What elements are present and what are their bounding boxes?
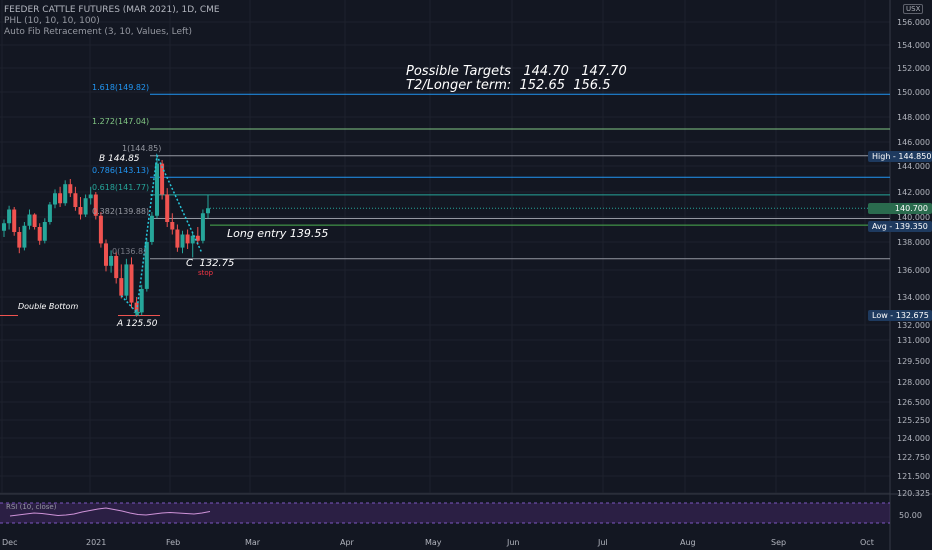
current-price-label: 140.700 [868,203,932,214]
fib-label-0: 0(136.8) [112,247,147,256]
x-axis-label: Apr [340,538,354,547]
y-axis-tick: 121.500 [897,472,930,481]
candle-body [17,232,22,248]
symbol-title[interactable]: FEEDER CATTLE FUTURES (MAR 2021), 1D, CM… [4,5,220,15]
y-axis-tick: 136.000 [897,266,930,275]
candlesticks [2,155,210,317]
fib-label-0786: 0.786(143.13) [92,166,150,175]
y-axis-tick: 124.000 [897,434,930,443]
rsi-band [0,503,890,523]
x-axis-label: Jun [507,538,520,547]
price-axis: 156.000 154.000 152.000 150.000 148.000 146.0… [897,18,930,498]
y-axis-tick: 128.000 [897,378,930,387]
point-c-label: C 132.75 [186,258,235,269]
stop-label: stop [198,269,214,277]
candle-body [165,194,170,222]
rsi-level-label: 50.00 [899,511,922,520]
x-axis-label: Mar [245,538,261,547]
candle-body [27,214,32,226]
avg-price-label: Avg - 139.350 [868,221,932,232]
candle-body [22,225,27,248]
y-axis-tick: 146.000 [897,138,930,147]
candle-body [109,256,114,266]
candle-body [124,264,129,296]
point-b-label: B 144.85 [99,154,140,164]
x-axis-label: Sep [771,538,787,547]
candle-body [88,194,93,199]
candle-body [58,193,63,204]
y-axis-tick: 126.500 [897,398,930,407]
y-axis-tick: 125.250 [897,416,930,425]
rsi-indicator-label[interactable]: RSI (10, close) [6,503,56,511]
candle-body [73,193,78,207]
candle-body [53,193,57,205]
candle-body [170,222,175,230]
fib-label-1272: 1.272(147.04) [92,117,150,126]
phl-indicator-label[interactable]: PHL (10, 10, 10, 100) [4,16,100,26]
x-axis-label: May [425,538,442,547]
point-a-label: A 125.50 [117,319,158,329]
currency-button[interactable]: USX [903,4,924,14]
high-price-label: High - 144.850 [868,151,932,162]
rsi-pane [0,502,890,524]
candle-body [32,214,37,227]
fib-label-0618: 0.618(141.77) [92,183,150,192]
y-axis-tick: 148.000 [897,113,930,122]
star-marker: ★ [133,308,142,319]
candle-body [185,234,190,244]
candle-body [68,184,73,194]
y-axis-tick: 154.000 [897,41,930,50]
y-axis-tick: 142.000 [897,188,930,197]
candle-body [104,243,108,266]
y-axis-tick: 150.000 [897,88,930,97]
y-axis-tick: 120.325 [897,489,930,498]
candle-body [180,234,185,248]
candle-body [42,222,47,241]
x-axis-label: Aug [680,538,696,547]
candle-body [129,264,134,303]
longer-term-annotation[interactable]: T2/Longer term: 152.65 156.5 [406,78,610,93]
fib-indicator-label[interactable]: Auto Fib Retracement (3, 10, Values, Lef… [4,27,192,37]
y-axis-tick: 138.000 [897,238,930,247]
candle-body [98,215,103,244]
candle-body [200,213,205,241]
y-axis-tick: 122.750 [897,453,930,462]
x-axis-label: Oct [860,538,874,547]
double-bottom-label: Double Bottom [18,302,79,311]
candle-body [7,209,12,224]
targets-annotation[interactable]: Possible Targets 144.70 147.70 [406,64,627,79]
candle-body [78,207,83,215]
candle-body [47,204,52,222]
candle-body [149,215,154,242]
y-axis-tick: 132.000 [897,321,930,330]
x-axis-label: Dec [2,538,18,547]
candle-body [2,223,6,231]
y-axis-tick: 134.000 [897,293,930,302]
candle-body [63,184,68,204]
candle-body [206,208,210,214]
x-axis-label: 2021 [86,538,107,547]
fib-label-1: 1(144.85) [122,144,162,153]
x-axis-label: Jul [598,538,608,547]
y-axis-tick: 144.000 [897,162,930,171]
fib-label-0382: 0.382(139.88) [92,207,150,216]
y-axis-tick: 152.000 [897,64,930,73]
candle-body [37,227,42,241]
candle-body [160,163,165,195]
candle-body [175,229,180,248]
long-entry-annotation[interactable]: Long entry 139.55 [227,227,328,240]
candle-body [119,278,124,296]
fib-label-1618: 1.618(149.82) [92,83,150,92]
x-axis-label: Feb [166,538,181,547]
low-price-label: Low - 132.675 [868,310,932,321]
candle-body [83,198,88,215]
y-axis-tick: 129.500 [897,357,930,366]
candle-body [114,256,119,279]
candle-body [12,209,17,232]
y-axis-tick: 156.000 [897,18,930,27]
y-axis-tick: 131.000 [897,336,930,345]
